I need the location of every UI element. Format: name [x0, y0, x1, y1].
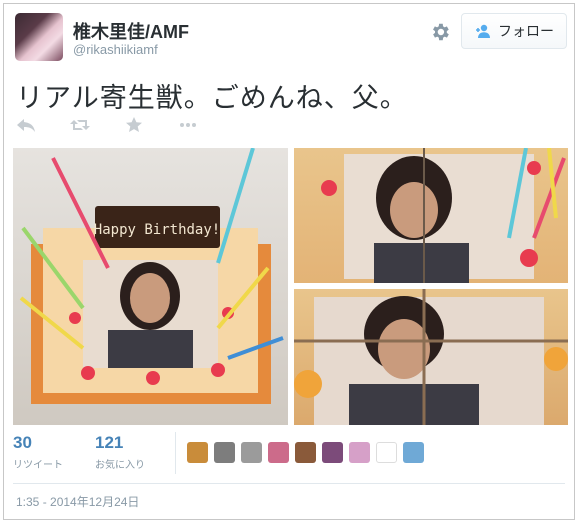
favoriter-avatar[interactable] [268, 442, 289, 463]
engagement-stats: 30 リツイート 121 お気に入り [13, 433, 177, 471]
favoriter-avatar[interactable] [376, 442, 397, 463]
retweet-stat[interactable]: 30 リツイート [13, 433, 95, 471]
favoriter-avatar[interactable] [241, 442, 262, 463]
stats-divider [175, 432, 176, 474]
tweet-card: 椎木里佳/AMF @rikashiikiamf フォロー リアル寄生獣。ごめんね… [3, 3, 575, 520]
favoriter-avatar[interactable] [295, 442, 316, 463]
follow-label: フォロー [498, 23, 554, 39]
footer-divider [13, 483, 565, 484]
add-user-icon [476, 24, 490, 38]
favorite-label: お気に入り [95, 460, 145, 471]
cake-cut-illustration [294, 289, 568, 425]
retweet-icon[interactable] [70, 117, 90, 133]
retweet-label: リツイート [13, 460, 63, 471]
photo-cake-closeup-bottom[interactable] [294, 289, 568, 425]
more-icon[interactable] [178, 117, 198, 133]
favorite-icon[interactable] [124, 117, 144, 133]
favoriter-avatar[interactable] [403, 442, 424, 463]
favoriter-avatars [187, 442, 424, 463]
gear-icon[interactable] [429, 21, 451, 43]
tweet-text: リアル寄生獣。ごめんね、父。 [16, 83, 408, 113]
favoriter-avatar[interactable] [349, 442, 370, 463]
cake-plate-text: Happy Birthday! [94, 222, 220, 238]
tweet-timestamp[interactable]: 1:35 - 2014年12月24日 [16, 493, 139, 510]
cake-closeup-illustration [321, 148, 566, 283]
cake-illustration: Happy Birthday! [19, 148, 284, 404]
favorite-count: 121 [95, 433, 124, 452]
follow-button[interactable]: フォロー [461, 13, 567, 49]
user-handle[interactable]: @rikashiikiamf [73, 42, 158, 57]
photo-cake-closeup-top[interactable] [294, 148, 568, 283]
photo-grid: Happy Birthday! [13, 148, 568, 425]
tweet-actions [16, 117, 198, 133]
retweet-count: 30 [13, 433, 32, 452]
favoriter-avatar[interactable] [187, 442, 208, 463]
favoriter-avatar[interactable] [322, 442, 343, 463]
favorite-stat[interactable]: 121 お気に入り [95, 433, 177, 471]
reply-icon[interactable] [16, 117, 36, 133]
display-name[interactable]: 椎木里佳/AMF [73, 18, 189, 44]
favoriter-avatar[interactable] [214, 442, 235, 463]
user-avatar[interactable] [15, 13, 63, 61]
photo-cake-main[interactable]: Happy Birthday! [13, 148, 288, 425]
